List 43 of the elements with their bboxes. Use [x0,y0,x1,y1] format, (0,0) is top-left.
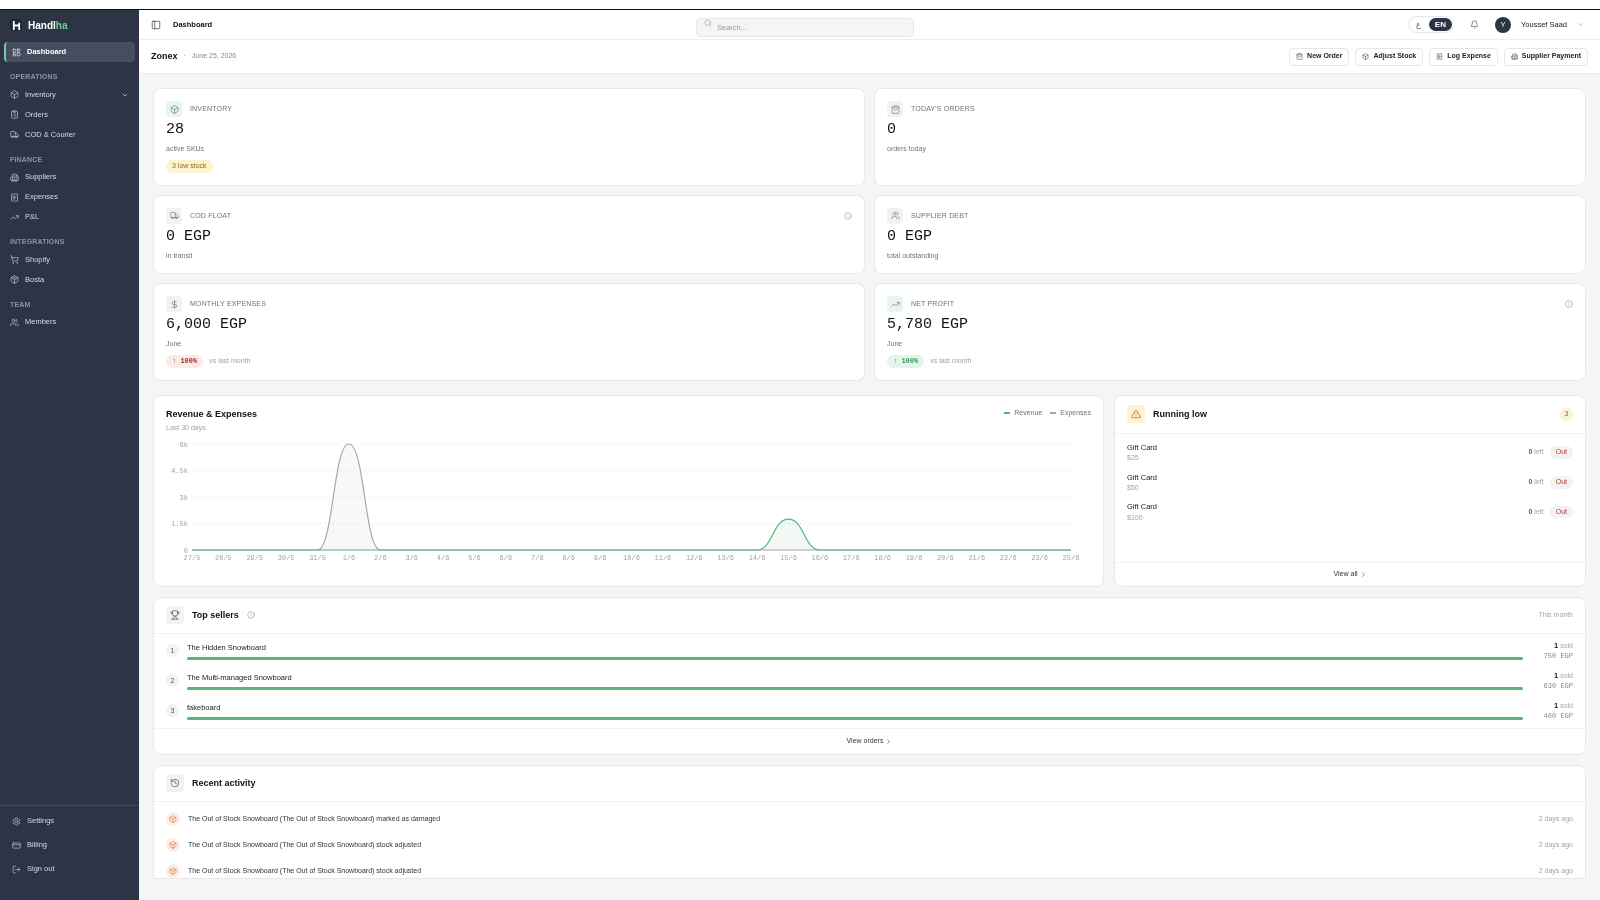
box-icon [1362,53,1370,60]
receipt-icon [1436,53,1444,60]
panel-title: Top sellers [192,608,239,622]
building-icon [1510,53,1518,60]
cart-icon [10,255,19,264]
logo-icon [10,19,22,31]
trophy-icon [170,610,180,621]
building-icon [10,172,19,182]
stat-value: 0 [887,121,897,140]
chart-title: Revenue & Expenses [166,407,258,421]
store-name: Zonex [151,49,178,63]
clipboard-icon [10,110,19,119]
truck-icon [169,211,179,221]
card-icon [12,840,21,850]
dashboard-icon [12,47,21,57]
box-icon [10,90,19,99]
trend-icon [10,212,19,222]
warning-icon [1131,409,1141,420]
chevron-icon [885,737,893,745]
stat-value: 28 [166,121,185,140]
sign-out-icon [12,864,21,874]
stat-value: 6,000 EGP [166,316,248,335]
chevron-icon [1577,21,1584,28]
bell-icon[interactable] [1470,20,1479,29]
panel-title: Running low [1153,407,1207,421]
language-option[interactable]: ع [1409,18,1427,31]
language-option[interactable]: EN [1428,18,1452,31]
stat-value: 0 EGP [166,227,212,247]
settings-icon [12,816,21,826]
users-icon [10,317,19,327]
truck-icon [10,130,19,139]
bag-icon [1296,53,1304,60]
brand-name: Handlha [28,18,68,33]
info-icon [246,611,255,620]
stat-value: 0 EGP [887,227,933,247]
panel-toggle-icon[interactable] [151,19,161,30]
history-icon [170,778,180,789]
stat-value: 5,780 EGP [887,316,969,335]
panel-title: Recent activity [192,776,256,790]
chevron-icon [1359,570,1367,578]
users-icon [890,211,900,221]
receipt-icon [10,192,19,202]
box-icon [10,275,19,284]
